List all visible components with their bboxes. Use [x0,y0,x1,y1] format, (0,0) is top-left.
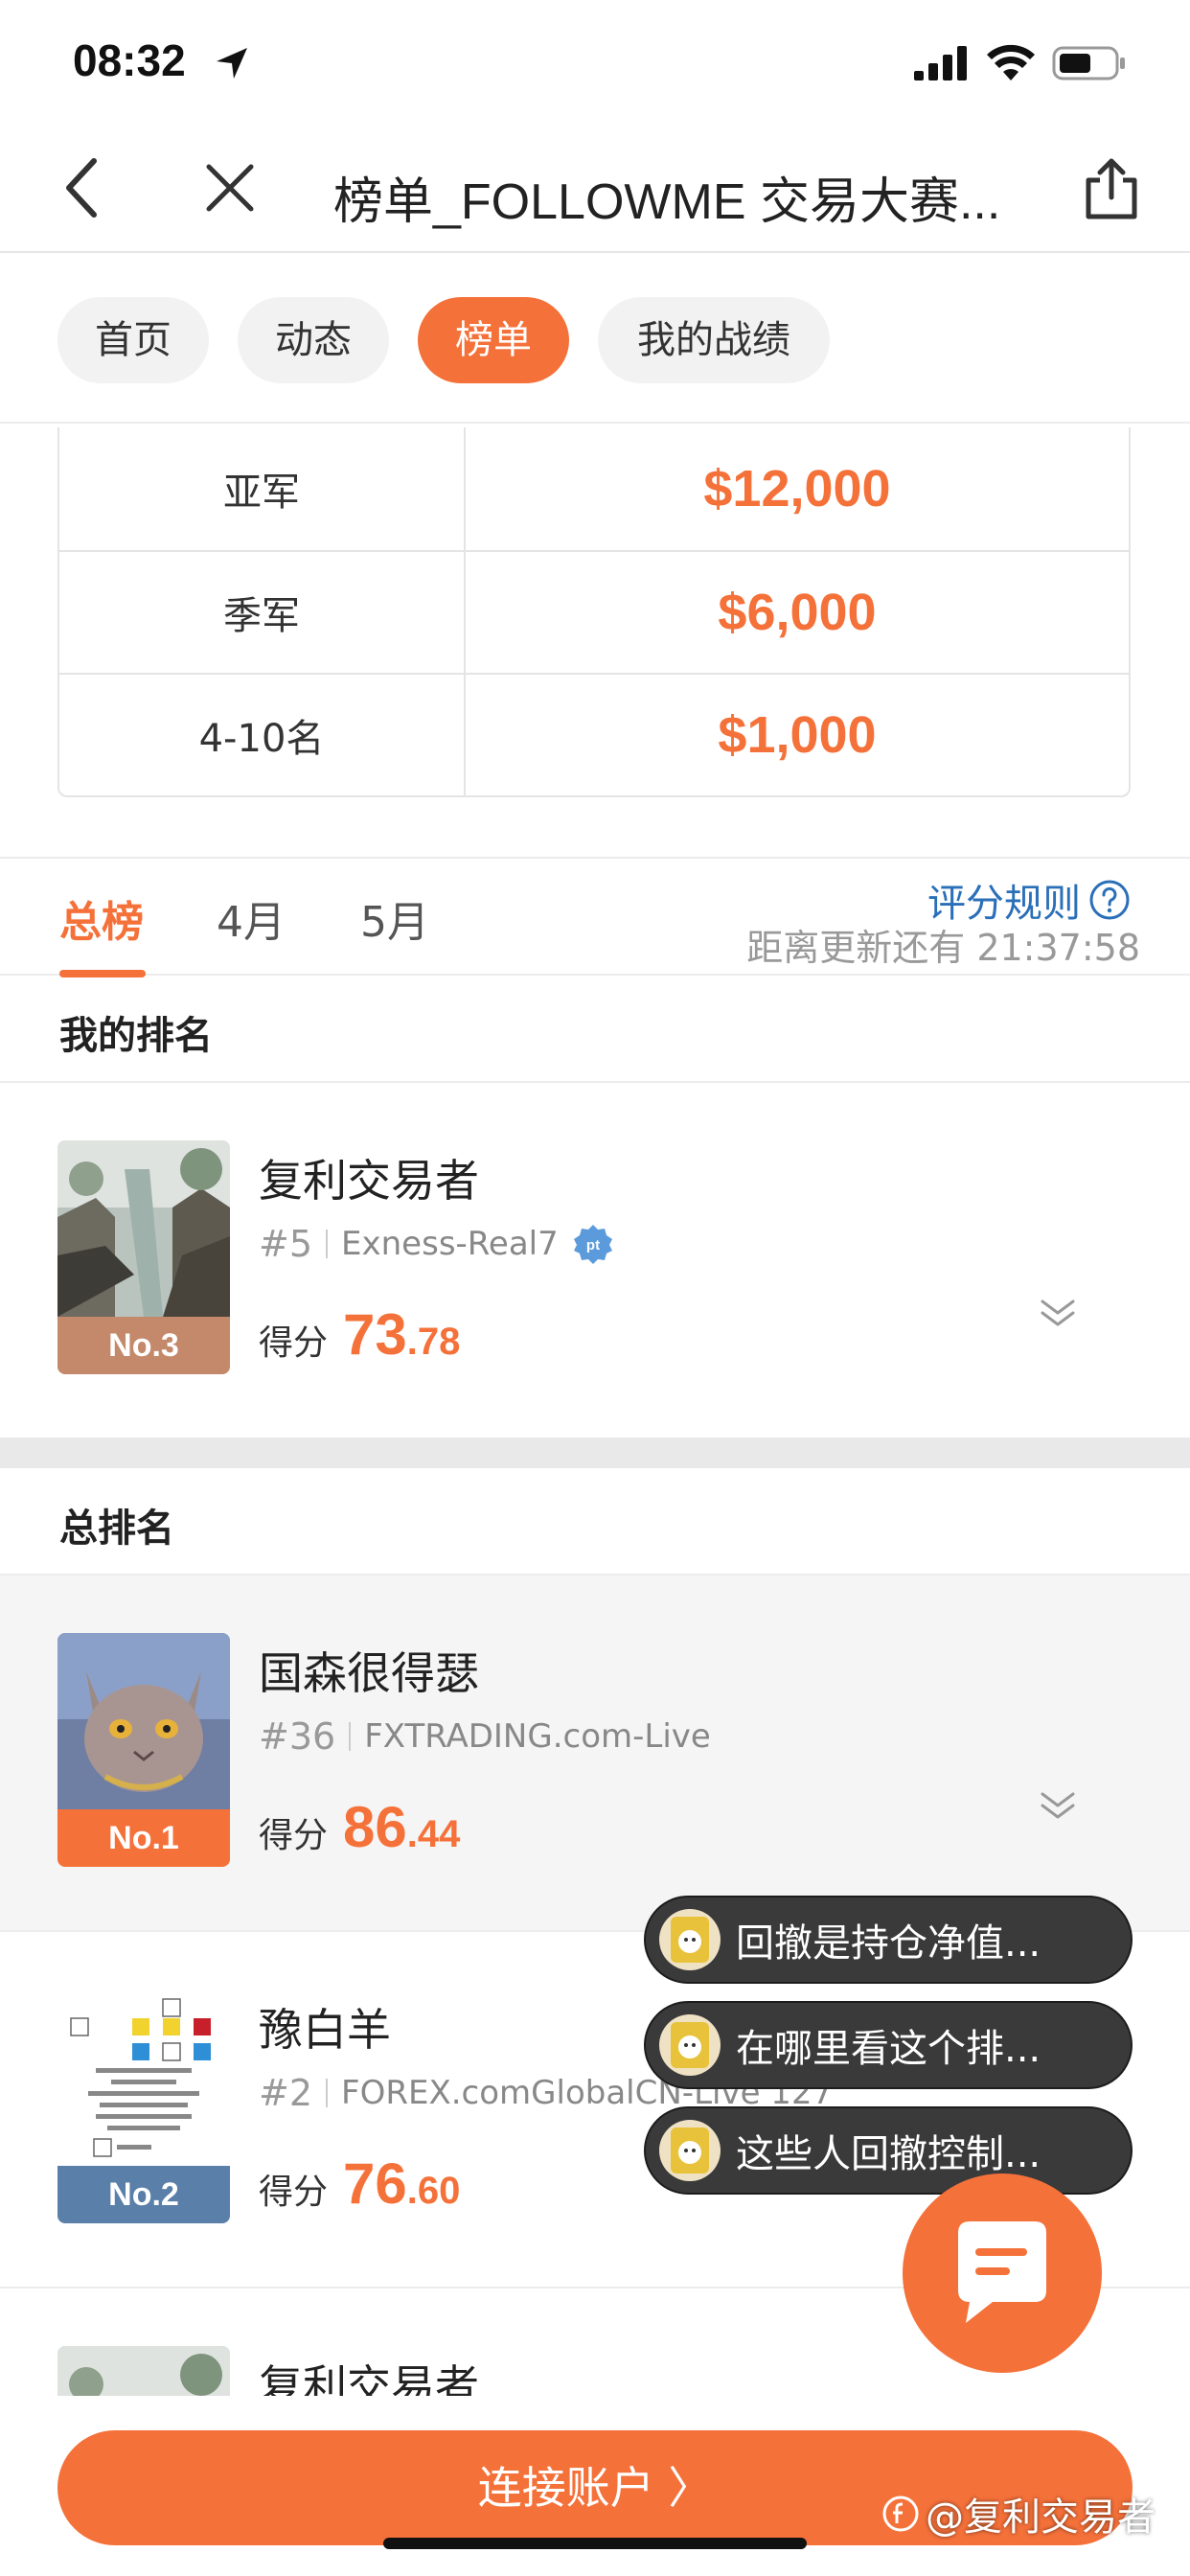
trader-rank: #5 [259,1223,313,1265]
medal-badge: No.2 [57,2166,230,2223]
chevron-double-down-icon[interactable] [1039,1296,1077,1330]
my-rank-card[interactable]: No.3 复利交易者 #5 Exness-Real7 pt 得分 73 .78 [0,1083,1190,1439]
chat-bubble[interactable]: 回撤是持仓净值... [644,1896,1133,1984]
battery-icon [1052,46,1125,80]
prize-table: 亚军 $12,000 季军 $6,000 4-10名 $1,000 [57,427,1131,797]
chat-bubble-text: 这些人回撤控制... [736,2132,1041,2176]
prize-row: 季军 $6,000 [59,550,1129,673]
avatar: No.3 [57,1140,230,1374]
wifi-icon [987,44,1035,80]
status-bar: 08:32 [0,0,1190,126]
score-integer: 76 [343,2151,407,2216]
section-divider [0,1438,1190,1468]
score: 得分 73 .78 [259,1301,460,1368]
back-icon[interactable] [56,153,109,222]
my-rank-header: 我的排名 [0,976,1190,1083]
cellular-signal-icon [914,46,967,80]
tab-home[interactable]: 首页 [57,297,209,383]
medal-badge: No.3 [57,1317,230,1374]
score-decimal: .78 [406,1321,461,1363]
section-tabs: 首页 动态 榜单 我的战绩 [0,255,1190,424]
tab-leaderboard[interactable]: 榜单 [418,297,569,383]
tab-may[interactable]: 5月 [360,887,429,949]
my-rank-title: 我的排名 [59,1014,213,1058]
trader-rank: #36 [259,1715,336,1758]
chat-bubble[interactable]: 在哪里看这个排... [644,2001,1133,2089]
prize-amount: $6,000 [718,584,877,641]
ranking-tabs: 总榜 4月 5月 评分规则 距离更新还有 21:37:58 [0,857,1190,978]
score-label: 得分 [259,2173,329,2212]
medal-badge: No.1 [57,1809,230,1867]
chat-button[interactable] [903,2174,1102,2373]
close-icon[interactable] [203,161,257,215]
score-integer: 86 [343,1795,407,1859]
avatar-image-poster [57,1990,230,2166]
pt-badge-icon: pt [573,1225,612,1264]
chat-bubble-text: 在哪里看这个排... [736,2027,1041,2071]
prize-row: 4-10名 $1,000 [59,673,1129,795]
score-decimal: .44 [406,1813,461,1855]
chat-avatar-icon [659,2120,721,2181]
status-time: 08:32 [73,35,186,85]
chat-avatar-icon [659,1909,721,1970]
divider [326,2079,329,2107]
watermark-text: @复利交易者 [926,2496,1156,2540]
tab-overall[interactable]: 总榜 [59,887,144,949]
score-decimal: .60 [406,2170,461,2212]
score: 得分 86 .44 [259,1794,460,1860]
divider [349,1722,352,1751]
tab-april[interactable]: 4月 [217,887,286,949]
avatar: No.2 [57,1990,230,2223]
page-title: 榜单_FOLLOWME 交易大赛... [333,174,1001,230]
pt-badge-text: pt [586,1237,600,1254]
prize-row: 亚军 $12,000 [59,427,1129,550]
tab-feed[interactable]: 动态 [238,297,389,383]
score-label: 得分 [259,1816,329,1855]
score-integer: 73 [343,1302,407,1367]
prize-amount: $1,000 [718,706,877,764]
trader-rank: #2 [259,2072,313,2114]
trader-name: 国森很得瑟 [259,1647,479,1699]
prize-amount: $12,000 [703,460,891,518]
home-indicator [383,2538,807,2549]
trader-account: Exness-Real7 [341,1225,559,1263]
overall-rank-header: 总排名 [0,1468,1190,1576]
overall-rank-title: 总排名 [59,1506,174,1551]
divider [326,1230,329,1258]
watermark-logo-icon [882,2496,919,2532]
watermark: @复利交易者 [881,2486,1156,2542]
share-icon[interactable] [1081,155,1142,222]
trader-meta: #5 Exness-Real7 pt [259,1223,614,1265]
nav-bar: 榜单_FOLLOWME 交易大赛... [0,126,1190,253]
rank-card[interactable]: No.1 国森很得瑟 #36 FXTRADING.com-Live 得分 86 … [0,1576,1190,1932]
prize-rank: 4-10名 [59,675,466,795]
chevron-double-down-icon[interactable] [1039,1788,1077,1823]
location-arrow-icon [217,48,247,79]
trader-name: 豫白羊 [259,2004,391,2056]
trader-name: 复利交易者 [259,1155,479,1207]
chat-bubble-text: 回撤是持仓净值... [736,1921,1041,1966]
avatar-image-cat [57,1633,230,1809]
chat-avatar-icon [659,2014,721,2076]
score: 得分 76 .60 [259,2150,460,2217]
avatar-image-landscape [57,1140,230,1317]
prize-rank: 季军 [59,552,466,673]
chat-icon [958,2221,1046,2323]
trader-account: FXTRADING.com-Live [364,1717,711,1756]
tab-my-results[interactable]: 我的战绩 [598,297,830,383]
prize-rank: 亚军 [59,427,466,550]
trader-meta: #36 FXTRADING.com-Live [259,1715,711,1758]
update-countdown: 距离更新还有 21:37:58 [746,927,1140,969]
avatar: No.1 [57,1633,230,1867]
help-circle-icon [1089,880,1130,920]
score-label: 得分 [259,1323,329,1363]
